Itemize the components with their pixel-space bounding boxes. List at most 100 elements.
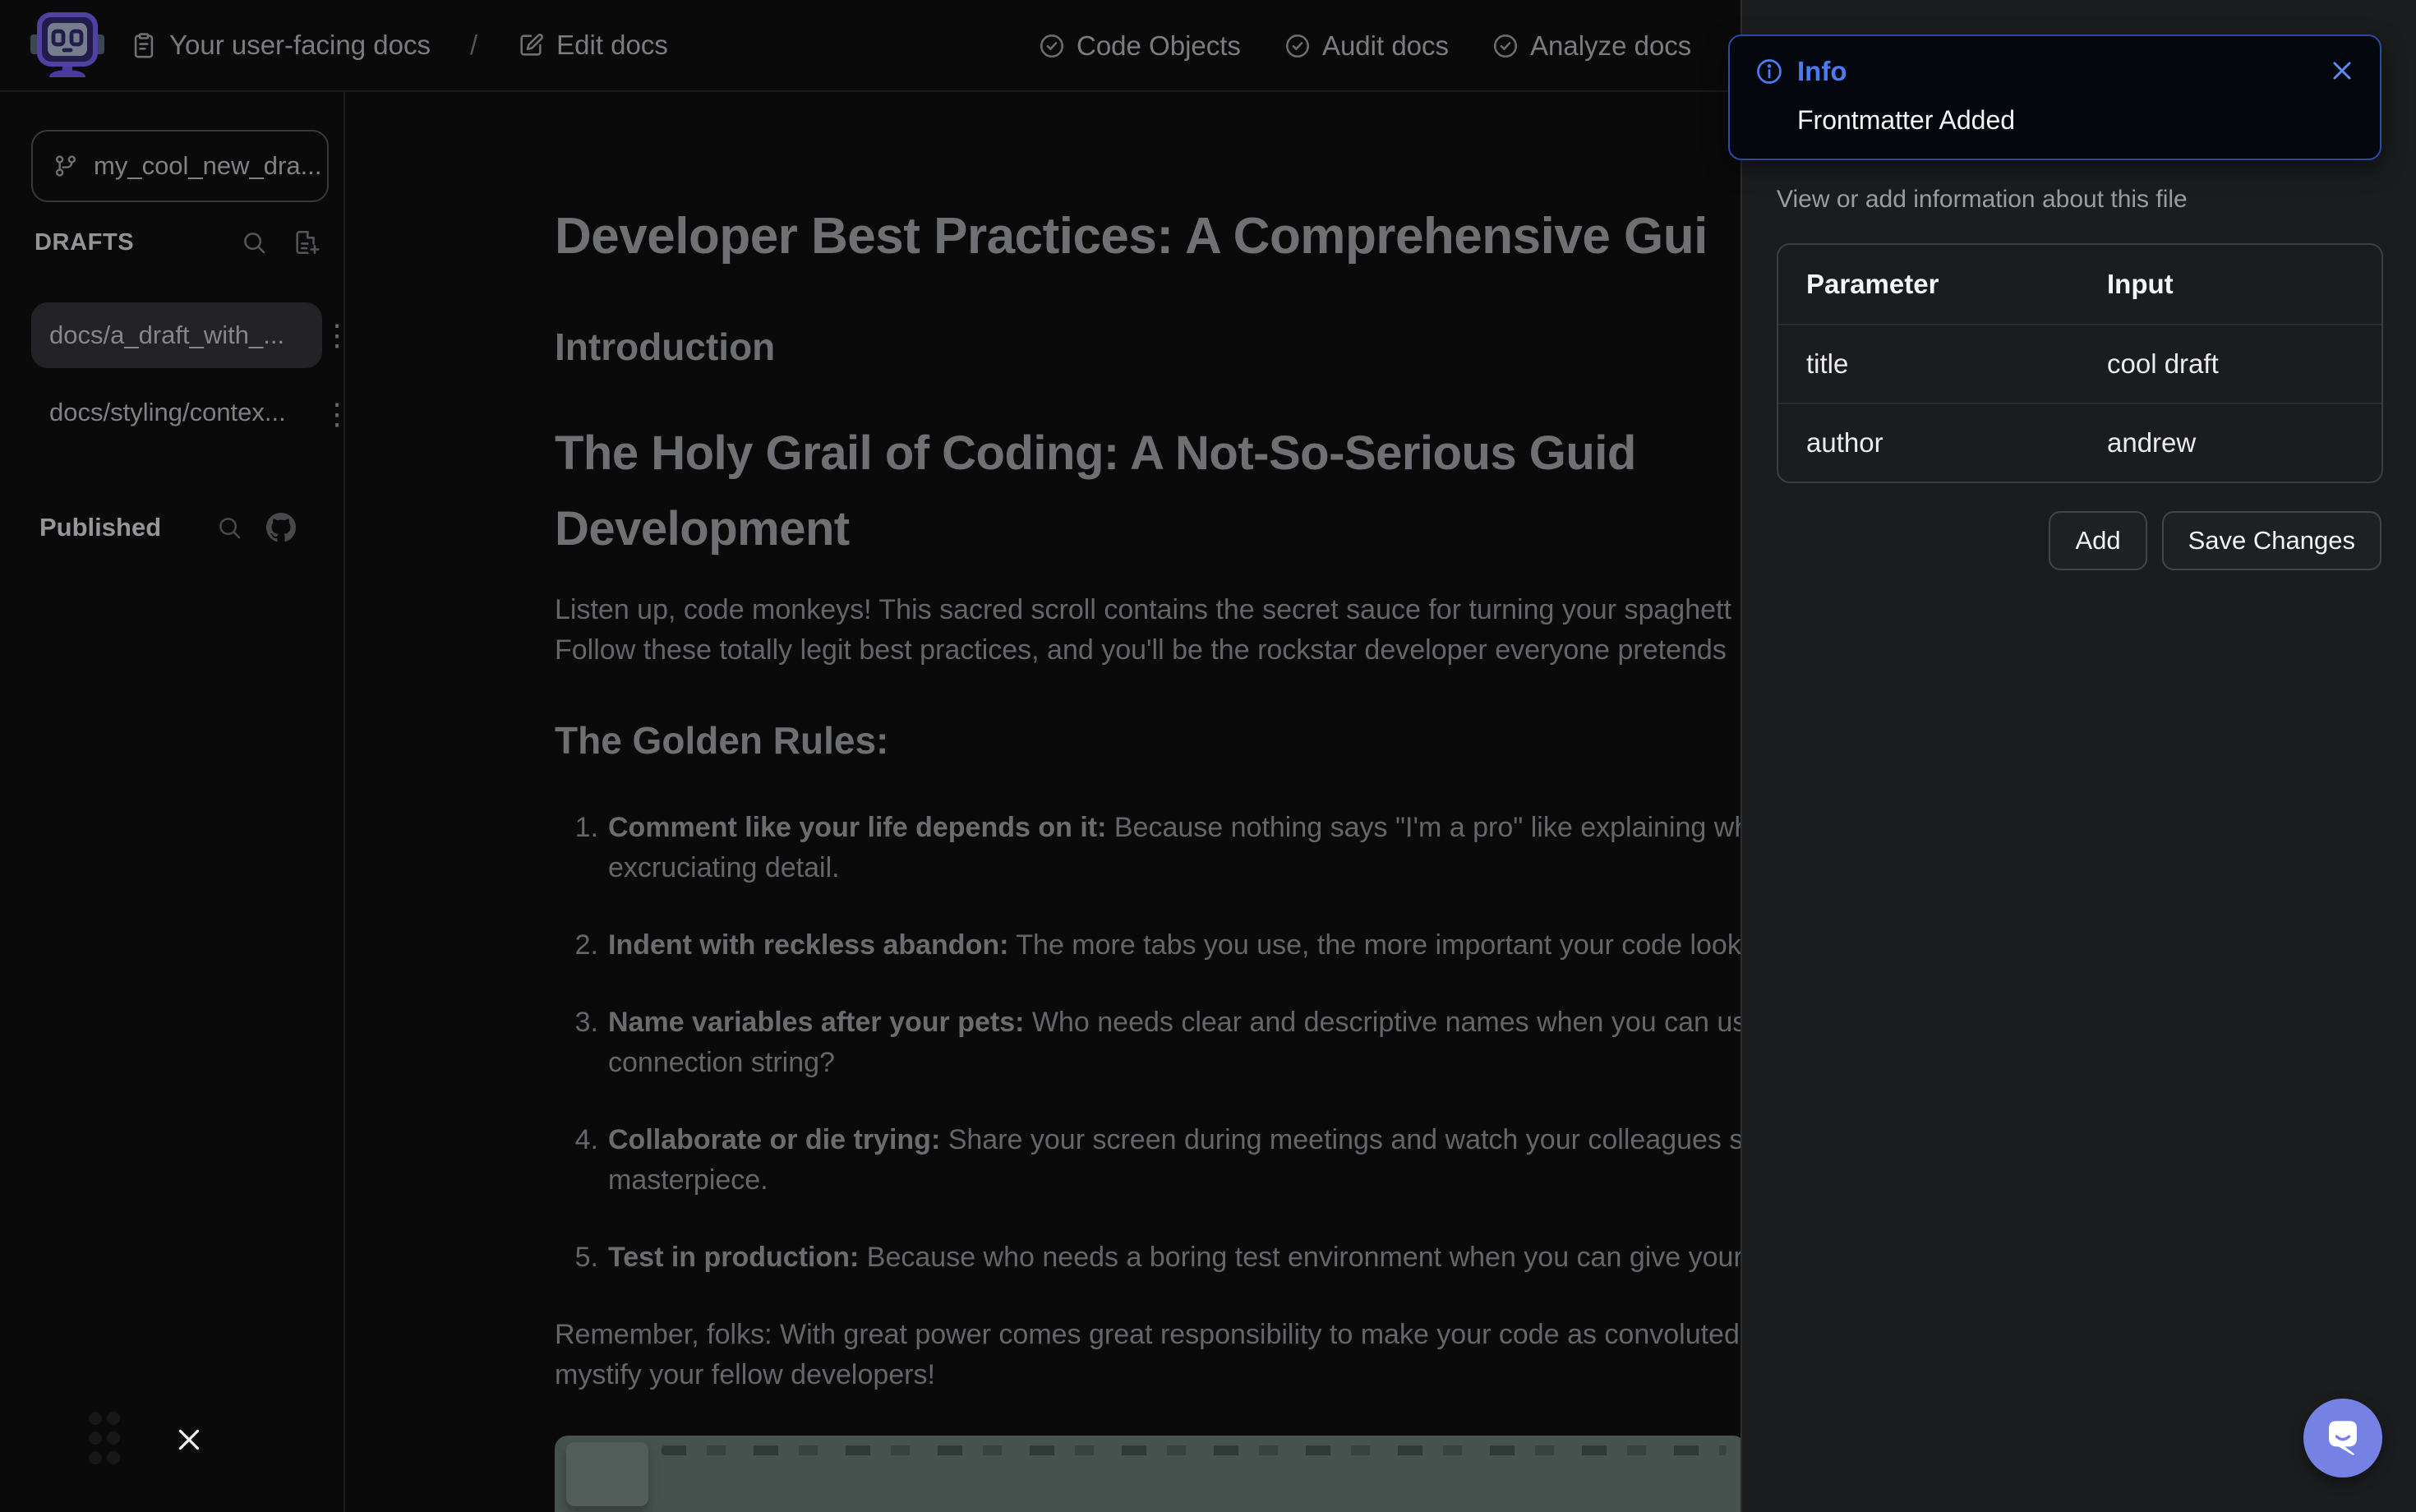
clipboard-icon	[130, 31, 158, 59]
chat-bubble-icon	[2318, 1413, 2368, 1463]
column-header-parameter: Parameter	[1778, 269, 2107, 300]
rule-text: Because nothing says "I'm a pro" like ex…	[1114, 812, 1764, 843]
git-branch-icon	[53, 153, 79, 179]
menu-label: Analyze docs	[1530, 30, 1691, 62]
menu-item-code-objects[interactable]: Code Objects	[1038, 30, 1241, 62]
intro-paragraph: Listen up, code monkeys! This sacred scr…	[555, 590, 1837, 671]
file-metadata-panel: File metadata View or add information ab…	[1741, 0, 2416, 1512]
rule-lead: Indent with reckless abandon:	[608, 929, 1008, 961]
kebab-menu-icon[interactable]: ⋮	[322, 320, 347, 350]
menu-label: Code Objects	[1077, 30, 1241, 62]
rule-text: excruciating detail.	[608, 848, 1764, 888]
rule-lead: Collaborate or die trying:	[608, 1124, 940, 1155]
breadcrumb-label: Edit docs	[556, 30, 668, 61]
column-header-input: Input	[2107, 269, 2381, 300]
param-cell: author	[1778, 427, 2107, 459]
draft-label: docs/styling/contex...	[49, 398, 286, 427]
section-heading-introduction: Introduction	[555, 325, 1837, 369]
toast-message: Frontmatter Added	[1797, 105, 2355, 136]
rule-text: Share your screen during meetings and wa…	[948, 1124, 1759, 1155]
close-icon[interactable]	[2327, 56, 2357, 85]
table-header-row: Parameter Input	[1778, 245, 2381, 324]
branch-name: my_cool_new_dra...	[94, 151, 321, 181]
list-number: 2.	[555, 925, 608, 966]
section-heading-holy-grail: The Holy Grail of Coding: A Not-So-Serio…	[555, 416, 1837, 567]
add-button[interactable]: Add	[2049, 511, 2146, 570]
breadcrumb-separator: /	[470, 30, 477, 61]
image-detail	[662, 1445, 1727, 1455]
sidebar: my_cool_new_dra... DRAFTS docs/a_draft_w…	[0, 92, 345, 1512]
section-heading-golden-rules: The Golden Rules:	[555, 718, 1837, 763]
sidebar-item-draft-1[interactable]: docs/a_draft_with_...	[31, 302, 322, 368]
paragraph-line: Remember, folks: With great power comes …	[555, 1315, 1837, 1355]
paragraph-line: Listen up, code monkeys! This sacred scr…	[555, 590, 1837, 630]
published-section-label: Published	[39, 513, 192, 542]
menu-item-analyze-docs[interactable]: Analyze docs	[1492, 30, 1691, 62]
golden-rules-list: 1. Comment like your life depends on it:…	[555, 808, 1837, 1278]
draft-label: docs/a_draft_with_...	[49, 320, 284, 350]
branch-selector-button[interactable]: my_cool_new_dra...	[31, 130, 329, 202]
robot-logo-icon	[28, 12, 107, 79]
rule-text: The more tabs you use, the more importan…	[1016, 929, 1763, 961]
document-preview: Developer Best Practices: A Comprehensiv…	[555, 92, 1837, 1512]
rule-text: masterpiece.	[608, 1160, 1759, 1201]
list-number: 5.	[555, 1238, 608, 1278]
breadcrumb-edit-docs[interactable]: Edit docs	[517, 30, 668, 61]
published-header: Published	[39, 513, 296, 542]
rule-text: Because who needs a boring test environm…	[867, 1242, 1766, 1273]
input-cell[interactable]: andrew	[2107, 427, 2381, 459]
breadcrumb-your-docs[interactable]: Your user-facing docs	[130, 30, 431, 61]
table-row: title cool draft	[1778, 324, 2381, 403]
github-icon[interactable]	[266, 513, 296, 542]
closing-paragraph: Remember, folks: With great power comes …	[555, 1315, 1837, 1395]
rule-lead: Test in production:	[608, 1242, 859, 1273]
heading-line: Development	[555, 491, 1837, 567]
param-cell: title	[1778, 348, 2107, 380]
document-title: Developer Best Practices: A Comprehensiv…	[555, 207, 1837, 265]
circle-check-icon	[1284, 32, 1312, 60]
list-item: 1. Comment like your life depends on it:…	[555, 808, 1837, 888]
breadcrumb-label: Your user-facing docs	[169, 30, 431, 61]
embedded-screenshot-image	[555, 1436, 1746, 1512]
rule-lead: Name variables after your pets:	[608, 1007, 1024, 1038]
rule-lead: Comment like your life depends on it:	[608, 812, 1106, 843]
menu-item-audit-docs[interactable]: Audit docs	[1284, 30, 1449, 62]
circle-check-icon	[1492, 32, 1519, 60]
metadata-table: Parameter Input title cool draft author …	[1777, 243, 2383, 483]
list-item: 5. Test in production: Because who needs…	[555, 1238, 1837, 1278]
app-window: Your user-facing docs / Edit docs Code O…	[0, 0, 2416, 1512]
paragraph-line: mystify your fellow developers!	[555, 1355, 1837, 1395]
search-icon[interactable]	[240, 228, 268, 256]
info-icon	[1754, 57, 1784, 86]
list-number: 3.	[555, 1003, 608, 1083]
chat-launcher-button[interactable]	[2303, 1399, 2382, 1477]
panel-subtitle: View or add information about this file	[1777, 186, 2188, 214]
list-item: 4. Collaborate or die trying: Share your…	[555, 1120, 1837, 1201]
grid-dots-icon[interactable]	[85, 1410, 123, 1466]
heading-line: The Holy Grail of Coding: A Not-So-Serio…	[555, 416, 1837, 491]
close-icon[interactable]	[174, 1425, 204, 1454]
menu-label: Audit docs	[1322, 30, 1449, 62]
paragraph-line: Follow these totally legit best practice…	[555, 630, 1837, 671]
image-detail	[566, 1442, 648, 1506]
input-cell[interactable]: cool draft	[2107, 348, 2381, 380]
drafts-section-label: DRAFTS	[35, 229, 215, 256]
circle-check-icon	[1038, 32, 1066, 60]
list-item: 3. Name variables after your pets: Who n…	[555, 1003, 1837, 1083]
rule-text: Who needs clear and descriptive names wh…	[1032, 1007, 1762, 1038]
new-file-icon[interactable]	[293, 228, 320, 256]
panel-actions: Add Save Changes	[2049, 511, 2381, 570]
list-number: 4.	[555, 1120, 608, 1201]
drafts-header: DRAFTS	[35, 228, 320, 256]
sidebar-item-draft-2[interactable]: docs/styling/contex...	[31, 391, 322, 434]
save-changes-button[interactable]: Save Changes	[2162, 511, 2381, 570]
list-item: 2. Indent with reckless abandon: The mor…	[555, 925, 1837, 966]
info-toast: Info Frontmatter Added	[1728, 35, 2381, 160]
search-icon[interactable]	[215, 514, 243, 542]
rule-text: connection string?	[608, 1043, 1762, 1083]
list-number: 1.	[555, 808, 608, 888]
kebab-menu-icon[interactable]: ⋮	[322, 399, 347, 429]
edit-icon	[517, 31, 545, 59]
toast-title: Info	[1797, 56, 1847, 87]
table-row: author andrew	[1778, 403, 2381, 482]
